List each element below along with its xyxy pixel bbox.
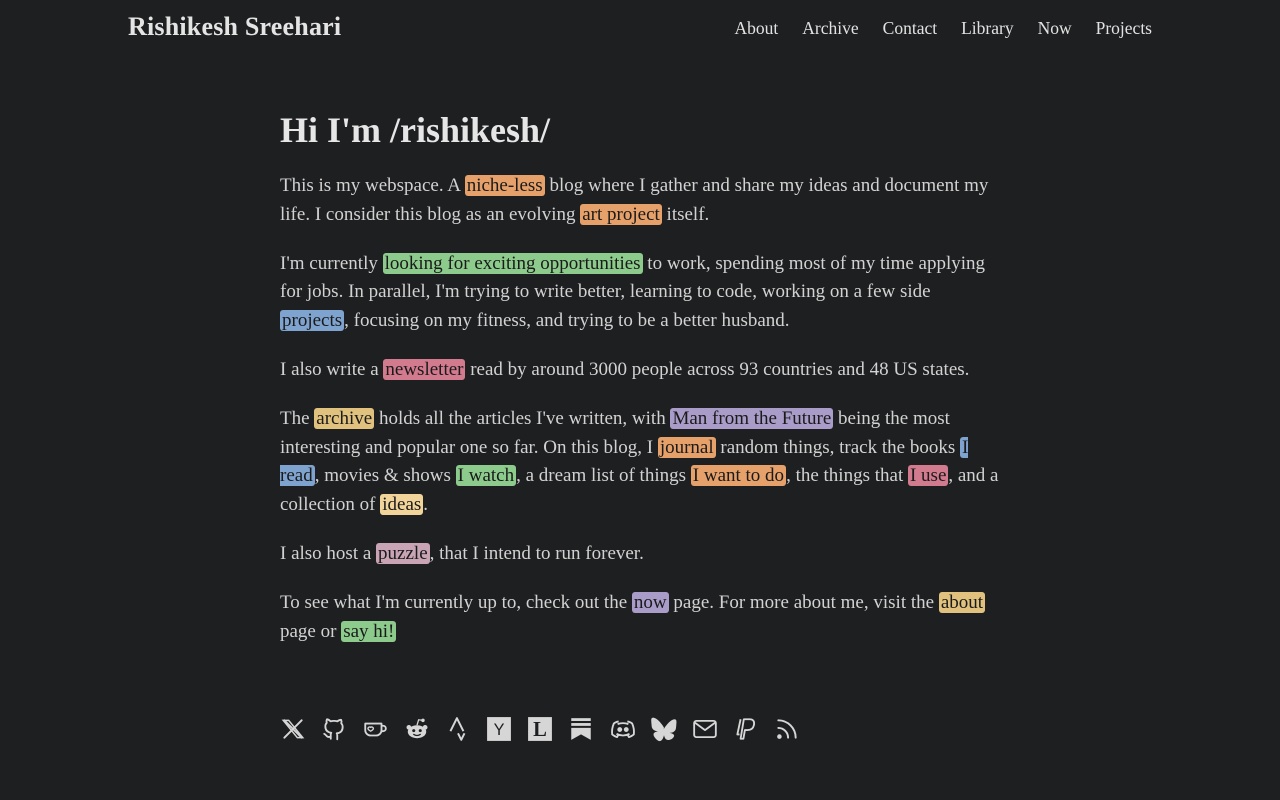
archive-link[interactable]: archive	[314, 407, 375, 429]
text: , a dream list of things	[516, 465, 691, 487]
nav-projects[interactable]: Projects	[1096, 18, 1152, 39]
svg-text:Y: Y	[494, 720, 505, 738]
social-links: Y L	[280, 712, 800, 745]
nav-archive[interactable]: Archive	[802, 18, 858, 39]
strava-icon[interactable]	[445, 712, 471, 745]
letterboxd-icon[interactable]: L	[527, 712, 553, 745]
newsletter-paragraph: I also write a newsletter read by around…	[280, 356, 1000, 385]
text: random things, track the books	[715, 436, 960, 458]
niche-less-link[interactable]: niche-less	[464, 175, 545, 196]
man-from-future-link[interactable]: Man from the Future	[670, 407, 834, 429]
text: , that I intend to run forever.	[429, 542, 644, 564]
intro-paragraph: This is my webspace. A niche-less blog w…	[280, 172, 1000, 230]
text: page. For more about me, visit the	[668, 591, 939, 613]
hackernews-icon[interactable]: Y	[486, 712, 512, 745]
rss-icon[interactable]	[774, 712, 800, 745]
email-icon[interactable]	[692, 712, 718, 745]
projects-link[interactable]: projects	[280, 310, 345, 332]
text: , focusing on my fitness, and trying to …	[344, 310, 790, 332]
text: This is my webspace. A	[280, 175, 465, 196]
substack-icon[interactable]	[568, 712, 594, 745]
journal-link[interactable]: journal	[657, 436, 716, 458]
opportunities-link[interactable]: looking for exciting opportunities	[382, 252, 643, 274]
text: I also write a	[280, 358, 384, 380]
i-watch-link[interactable]: I watch	[455, 465, 517, 487]
site-header: Rishikesh Sreehari About Archive Contact…	[0, 0, 1280, 60]
puzzle-paragraph: I also host a puzzle, that I intend to r…	[280, 540, 1000, 569]
github-icon[interactable]	[321, 712, 347, 745]
about-link[interactable]: about	[938, 591, 986, 613]
nav-library[interactable]: Library	[961, 18, 1013, 39]
paypal-icon[interactable]	[733, 712, 759, 745]
now-link[interactable]: now	[631, 591, 669, 613]
text: , movies & shows	[314, 465, 456, 487]
nav-contact[interactable]: Contact	[883, 18, 937, 39]
now-paragraph: To see what I'm currently up to, check o…	[280, 589, 1000, 647]
discord-icon[interactable]	[610, 712, 636, 745]
nav-about[interactable]: About	[735, 18, 779, 39]
ideas-link[interactable]: ideas	[380, 494, 424, 516]
text: To see what I'm currently up to, check o…	[280, 591, 632, 613]
page-heading: Hi I'm /rishikesh/	[280, 110, 551, 150]
puzzle-link[interactable]: puzzle	[376, 542, 430, 564]
site-title-link[interactable]: Rishikesh Sreehari	[128, 12, 341, 42]
art-project-link[interactable]: art project	[580, 203, 662, 225]
text: , the things that	[786, 465, 908, 487]
i-use-link[interactable]: I use	[907, 465, 949, 487]
svg-text:L: L	[533, 719, 547, 741]
newsletter-link[interactable]: newsletter	[383, 358, 466, 380]
text: .	[423, 494, 429, 516]
text: I'm currently	[280, 252, 383, 274]
say-hi-link[interactable]: say hi!	[341, 620, 397, 642]
current-paragraph: I'm currently looking for exciting oppor…	[280, 250, 1000, 336]
reddit-icon[interactable]	[404, 712, 430, 745]
text: holds all the articles I've written, wit…	[374, 407, 671, 429]
main-content: Hi I'm /rishikesh/ This is my webspace. …	[280, 106, 1000, 666]
archive-paragraph: The archive holds all the articles I've …	[280, 405, 1000, 520]
bluesky-icon[interactable]	[650, 712, 677, 745]
text: itself.	[661, 203, 710, 225]
text: The	[280, 407, 315, 429]
kofi-icon[interactable]	[362, 712, 388, 745]
x-icon[interactable]	[280, 712, 306, 745]
i-want-to-do-link[interactable]: I want to do	[690, 465, 787, 487]
text: page or	[280, 620, 342, 642]
main-nav: About Archive Contact Library Now Projec…	[735, 18, 1152, 39]
text: I also host a	[280, 542, 377, 564]
text: read by around 3000 people across 93 cou…	[465, 358, 970, 380]
nav-now[interactable]: Now	[1038, 18, 1072, 39]
